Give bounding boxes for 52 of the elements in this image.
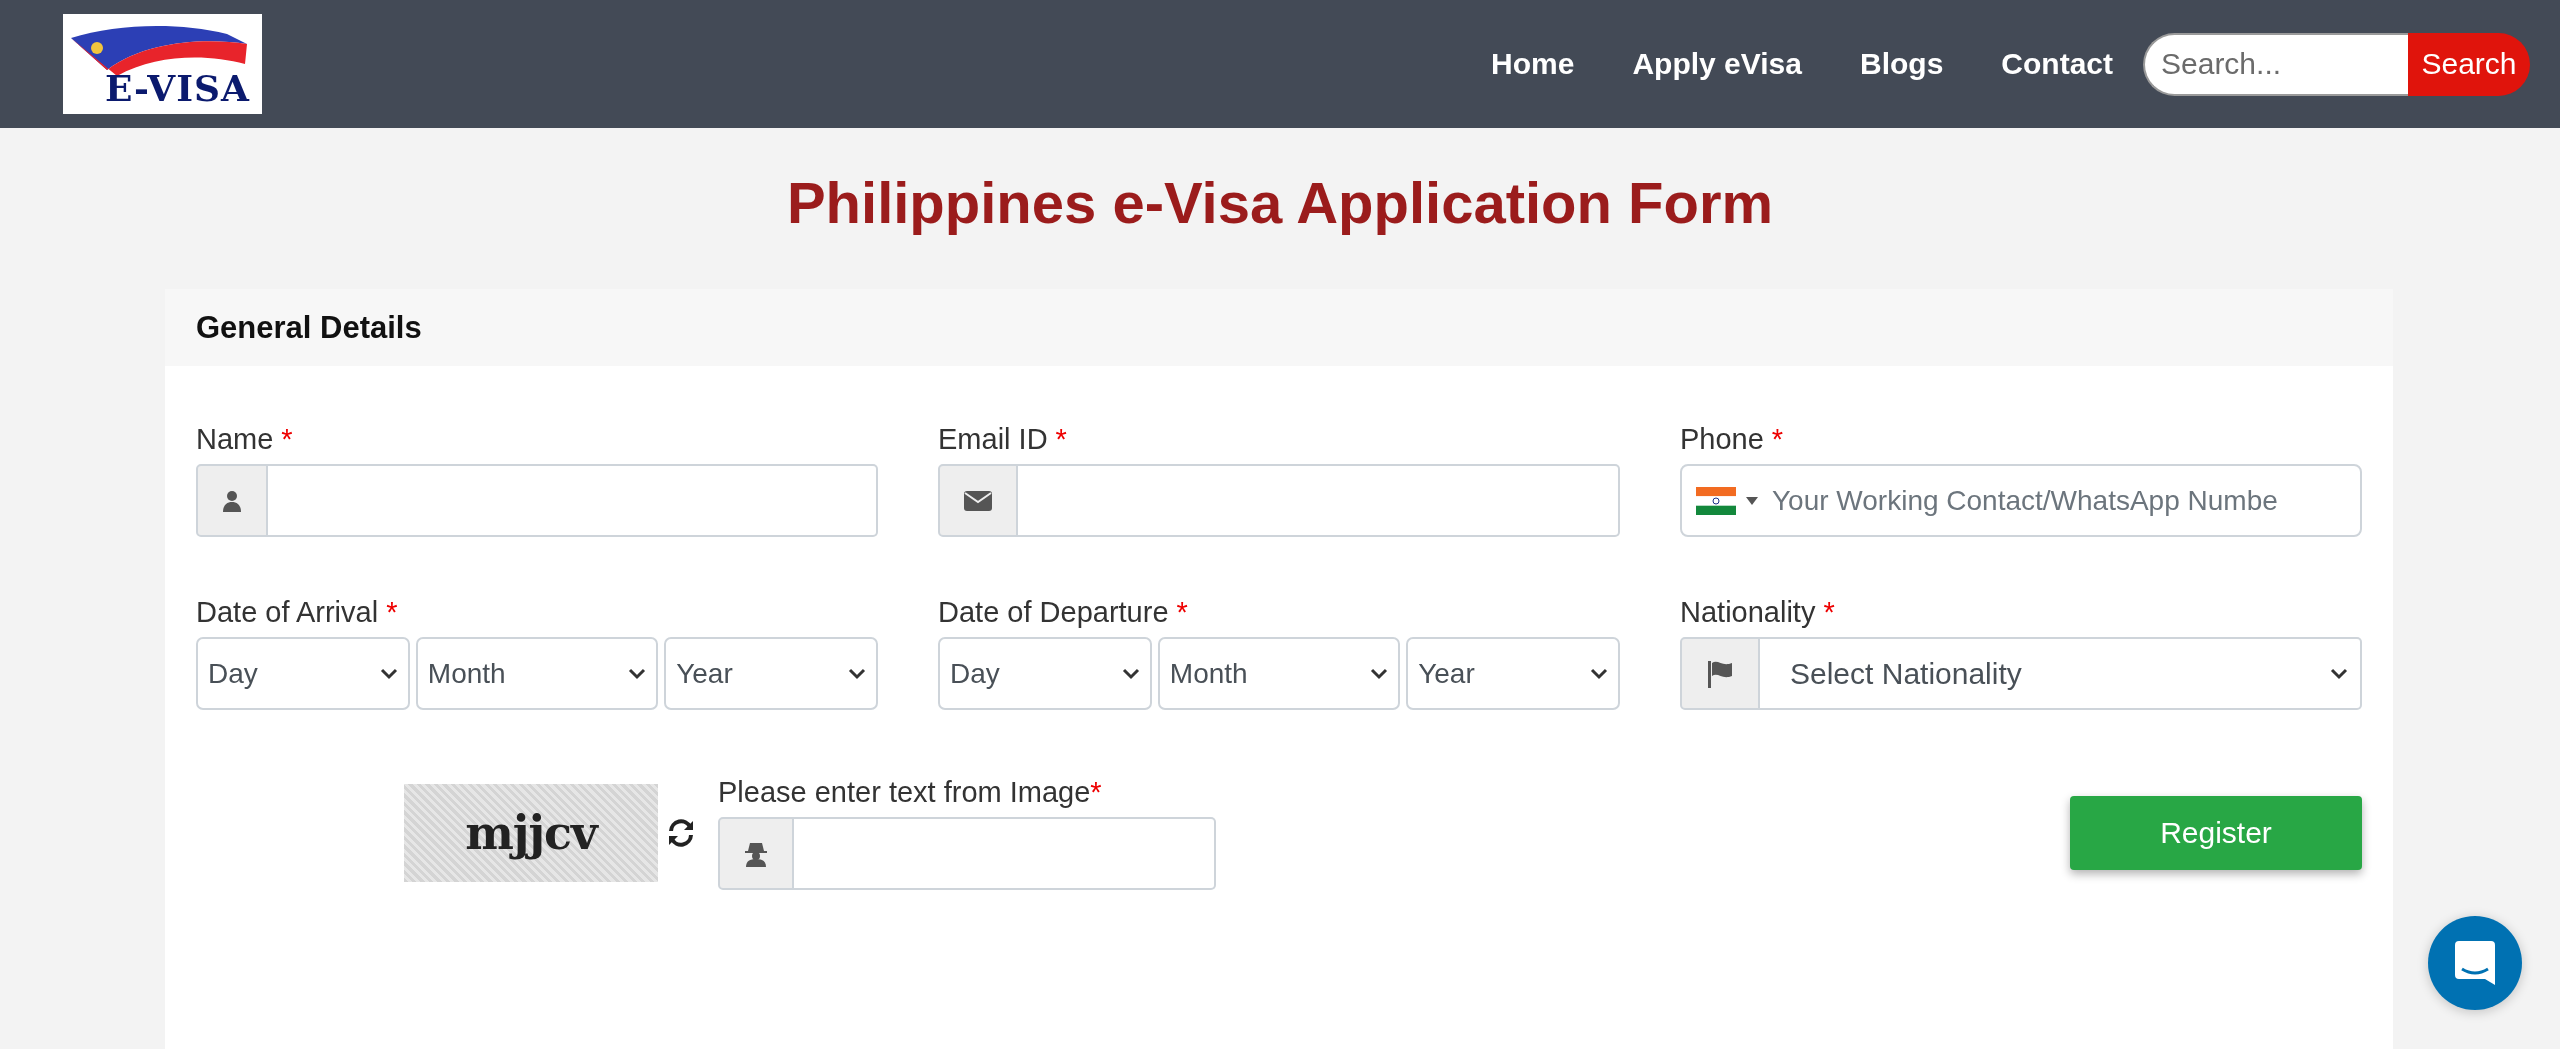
- field-label: Name: [196, 423, 274, 456]
- chevron-icon: [628, 667, 647, 680]
- chat-icon: [2455, 941, 2495, 985]
- user-icon: [223, 489, 241, 512]
- dropdown-select[interactable]: Month: [415, 637, 659, 710]
- chat-button[interactable]: [2428, 916, 2522, 1010]
- search-field[interactable]: Search...: [2143, 32, 2408, 96]
- required-mark: *: [1771, 423, 1784, 456]
- captcha-field[interactable]: [794, 817, 1216, 890]
- nav-link[interactable]: Apply eVisa: [1632, 47, 1802, 81]
- field-label: Date of Arrival: [196, 596, 379, 629]
- field-label: Phone: [1680, 423, 1764, 456]
- chevron-icon: [1121, 667, 1140, 680]
- required-mark: *: [281, 423, 293, 456]
- chevron-icon: [848, 667, 866, 680]
- logo-text: E-VISA: [104, 70, 251, 106]
- chevron-icon: [379, 667, 398, 680]
- chevron-icon: [2330, 667, 2348, 680]
- required-mark: *: [1823, 596, 1835, 629]
- dropdown-select[interactable]: Day: [938, 637, 1152, 710]
- caret-icon: [1746, 496, 1758, 505]
- field-label: Nationality: [1680, 596, 1816, 629]
- dropdown-select[interactable]: Day: [196, 637, 410, 710]
- spy-icon: [745, 840, 767, 867]
- chevron-icon: [1370, 667, 1389, 680]
- refresh-icon[interactable]: [666, 818, 696, 848]
- dropdown-select[interactable]: Month: [1157, 637, 1401, 710]
- required-mark: *: [1090, 776, 1102, 809]
- chevron-icon: [1590, 667, 1608, 680]
- nav-link[interactable]: Home: [1491, 47, 1575, 81]
- field-label: Email ID: [938, 423, 1048, 456]
- dropdown-select[interactable]: Year: [664, 637, 878, 710]
- input-field[interactable]: [1018, 464, 1620, 537]
- phone-field[interactable]: Your Working Contact/WhatsApp Numbe: [1680, 464, 2362, 537]
- section-title: General Details: [196, 309, 422, 346]
- dropdown-select[interactable]: Year: [1406, 637, 1620, 710]
- nav-link[interactable]: Contact: [2001, 47, 2113, 81]
- required-mark: *: [1176, 596, 1188, 629]
- flag-icon: [1707, 659, 1733, 688]
- dropdown-select[interactable]: Select Nationality: [1760, 637, 2362, 710]
- required-mark: *: [386, 596, 398, 629]
- india-flag-icon: [1696, 486, 1736, 515]
- page-title: Philippines e-Visa Application Form: [785, 169, 1775, 237]
- input-field[interactable]: [268, 464, 878, 537]
- captcha-image: mjjcv: [404, 784, 658, 882]
- envelope-icon: [964, 490, 992, 511]
- required-mark: *: [1055, 423, 1067, 456]
- search-button[interactable]: Search: [2408, 32, 2530, 96]
- nav-link[interactable]: Blogs: [1860, 47, 1944, 81]
- logo[interactable]: E-VISA: [63, 14, 262, 114]
- field-label: Date of Departure: [938, 596, 1169, 629]
- field-label: Please enter text from Image: [718, 776, 1091, 809]
